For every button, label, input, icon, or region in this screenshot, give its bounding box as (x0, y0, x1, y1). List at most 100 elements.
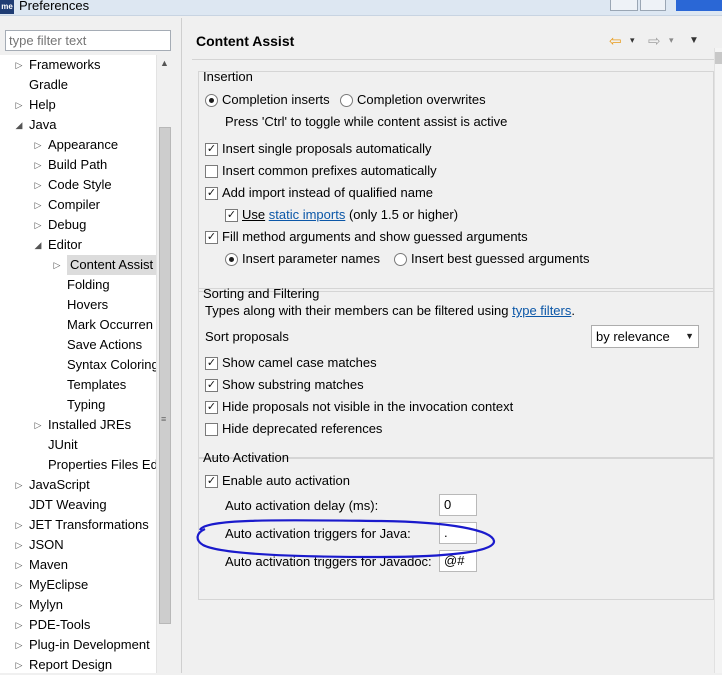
tree-item-compiler[interactable]: ▷ Compiler (0, 195, 156, 215)
camel-case-checkbox[interactable]: ✓ Show camel case matches (205, 353, 405, 373)
tree-item-report-design[interactable]: ▷ Report Design (0, 655, 156, 675)
expand-icon[interactable]: ▷ (14, 635, 24, 655)
tree-item-myeclipse[interactable]: ▷ MyEclipse (0, 575, 156, 595)
tree-item-help[interactable]: ▷ Help (0, 95, 156, 115)
tree-item-pde-tools[interactable]: ▷ PDE-Tools (0, 615, 156, 635)
expand-icon[interactable]: ▷ (14, 535, 24, 555)
enable-auto-activation-checkbox[interactable]: ✓ Enable auto activation (205, 471, 385, 491)
expand-icon[interactable]: ▷ (33, 195, 43, 215)
tree-item-jet-transformations[interactable]: ▷ JET Transformations (0, 515, 156, 535)
substring-checkbox[interactable]: ✓ Show substring matches (205, 375, 405, 395)
checkbox-checked[interactable]: ✓ (205, 143, 218, 156)
expand-icon[interactable]: ▷ (14, 575, 24, 595)
tree-scrollbar[interactable]: ▲ ≡ (156, 55, 171, 673)
use-static-imports-checkbox[interactable]: ✓ Use static imports (only 1.5 or higher… (225, 205, 485, 225)
checkbox-unchecked[interactable] (205, 165, 218, 178)
tree-item-appearance[interactable]: ▷ Appearance (0, 135, 156, 155)
insert-parameter-names-radio[interactable]: Insert parameter names (225, 249, 390, 269)
forward-arrow-icon[interactable]: ⇨ (648, 32, 661, 50)
completion-inserts-radio[interactable]: Completion inserts (205, 90, 345, 110)
expand-icon[interactable]: ▷ (33, 135, 43, 155)
checkbox-checked[interactable]: ✓ (205, 187, 218, 200)
maximize-button[interactable] (640, 0, 666, 11)
checkbox-checked[interactable]: ✓ (205, 475, 218, 488)
back-history-dropdown-icon[interactable]: ▾ (630, 35, 635, 46)
checkbox-checked[interactable]: ✓ (205, 357, 218, 370)
insert-best-guessed-radio[interactable]: Insert best guessed arguments (394, 249, 604, 269)
tree-item-templates[interactable]: Templates (0, 375, 156, 395)
page-scrollbar[interactable] (714, 48, 722, 673)
tree-item-editor[interactable]: ◢ Editor (0, 235, 156, 255)
tree-item-typing[interactable]: Typing (0, 395, 156, 415)
tree-item-maven[interactable]: ▷ Maven (0, 555, 156, 575)
tree-item-plug-in-development[interactable]: ▷ Plug-in Development (0, 635, 156, 655)
checkbox-checked[interactable]: ✓ (205, 231, 218, 244)
javadoc-triggers-input[interactable]: @# (439, 550, 477, 572)
expand-icon[interactable]: ▷ (33, 175, 43, 195)
expand-icon[interactable]: ▷ (14, 515, 24, 535)
tree-item-save-actions[interactable]: Save Actions (0, 335, 156, 355)
hide-deprecated-checkbox[interactable]: Hide deprecated references (205, 419, 405, 439)
tree-item-jdt-weaving[interactable]: JDT Weaving (0, 495, 156, 515)
insert-single-proposals-checkbox[interactable]: ✓ Insert single proposals automatically (205, 139, 465, 159)
hide-not-visible-checkbox[interactable]: ✓ Hide proposals not visible in the invo… (205, 397, 545, 417)
tree-item-javascript[interactable]: ▷ JavaScript (0, 475, 156, 495)
expand-icon[interactable]: ▷ (33, 415, 43, 435)
expand-icon[interactable]: ▷ (14, 655, 24, 675)
expand-icon[interactable]: ▷ (33, 155, 43, 175)
tree-item-debug[interactable]: ▷ Debug (0, 215, 156, 235)
tree-item-build-path[interactable]: ▷ Build Path (0, 155, 156, 175)
expand-icon[interactable]: ▷ (33, 215, 43, 235)
expand-icon[interactable]: ▷ (14, 95, 24, 115)
radio-indicator[interactable] (205, 94, 218, 107)
forward-history-dropdown-icon[interactable]: ▾ (669, 35, 674, 46)
expand-icon[interactable]: ▷ (14, 475, 24, 495)
add-import-checkbox[interactable]: ✓ Add import instead of qualified name (205, 183, 465, 203)
checkbox-checked[interactable]: ✓ (225, 209, 238, 222)
back-arrow-icon[interactable]: ⇦ (609, 32, 622, 50)
tree-item-properties-files-editor[interactable]: Properties Files Ed (0, 455, 156, 475)
close-button[interactable] (676, 0, 722, 11)
tree-item-java[interactable]: ◢ Java (0, 115, 156, 135)
tree-item-mylyn[interactable]: ▷ Mylyn (0, 595, 156, 615)
checkbox-checked[interactable]: ✓ (205, 401, 218, 414)
tree-item-label: Maven (29, 557, 69, 572)
completion-overwrites-radio[interactable]: Completion overwrites (340, 90, 500, 110)
tree-item-frameworks[interactable]: ▷ Frameworks (0, 55, 156, 75)
filter-input[interactable] (5, 30, 171, 51)
checkbox-unchecked[interactable] (205, 423, 218, 436)
sort-proposals-select[interactable]: by relevance ▼ (591, 325, 699, 348)
radio-indicator[interactable] (394, 253, 407, 266)
tree-item-folding[interactable]: Folding (0, 275, 156, 295)
collapse-icon[interactable]: ◢ (14, 115, 24, 135)
tree-item-code-style[interactable]: ▷ Code Style (0, 175, 156, 195)
static-imports-link[interactable]: static imports (269, 207, 346, 222)
type-filters-link[interactable]: type filters (512, 303, 571, 318)
checkbox-checked[interactable]: ✓ (205, 379, 218, 392)
fill-method-arguments-checkbox[interactable]: ✓ Fill method arguments and show guessed… (205, 227, 545, 247)
scroll-up-arrow-icon[interactable]: ▲ (157, 55, 172, 71)
expand-icon[interactable]: ▷ (52, 255, 62, 275)
tree-item-mark-occurrences[interactable]: Mark Occurren (0, 315, 156, 335)
tree-item-gradle[interactable]: Gradle (0, 75, 156, 95)
page-scrollbar-thumb[interactable] (715, 52, 722, 64)
minimize-button[interactable] (610, 0, 638, 11)
tree-item-syntax-coloring[interactable]: Syntax Coloring (0, 355, 156, 375)
expand-icon[interactable]: ▷ (14, 555, 24, 575)
expand-icon[interactable]: ▷ (14, 595, 24, 615)
tree-item-json[interactable]: ▷ JSON (0, 535, 156, 555)
radio-indicator[interactable] (340, 94, 353, 107)
insert-common-prefixes-checkbox[interactable]: Insert common prefixes automatically (205, 161, 465, 181)
tree-item-installed-jres[interactable]: ▷ Installed JREs (0, 415, 156, 435)
expand-icon[interactable]: ▷ (14, 55, 24, 75)
tree-item-junit[interactable]: JUnit (0, 435, 156, 455)
collapse-icon[interactable]: ◢ (33, 235, 43, 255)
tree-item-content-assist[interactable]: ▷ Content Assist (0, 255, 156, 275)
tree-item-hovers[interactable]: Hovers (0, 295, 156, 315)
view-menu-icon[interactable]: ▼ (689, 35, 699, 46)
java-triggers-input[interactable]: . (439, 522, 477, 544)
scrollbar-thumb[interactable]: ≡ (159, 127, 171, 624)
delay-input[interactable]: 0 (439, 494, 477, 516)
expand-icon[interactable]: ▷ (14, 615, 24, 635)
radio-indicator[interactable] (225, 253, 238, 266)
